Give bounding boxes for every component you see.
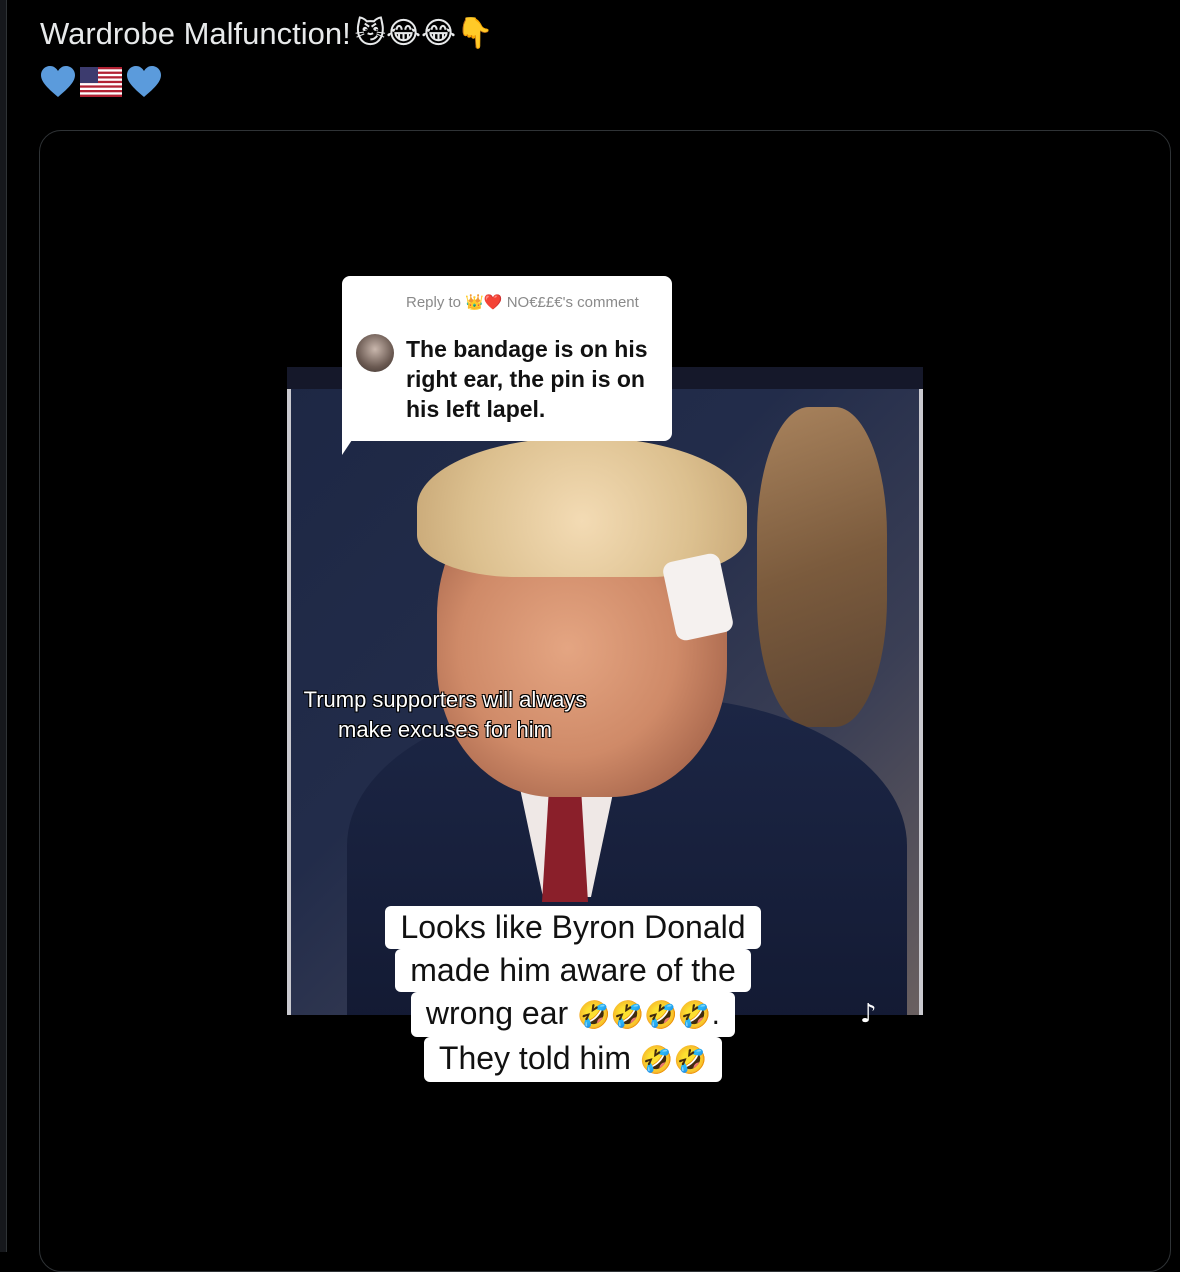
post-text: Wardrobe Malfunction! 😼😂😂👇 <box>40 14 493 102</box>
left-border <box>0 0 7 1252</box>
rofl-emojis: 🤣🤣🤣🤣. <box>577 1000 721 1031</box>
caption-line-2: made him aware of the <box>395 949 751 992</box>
caption-line-4-text: They told him <box>438 1040 631 1076</box>
media-card[interactable]: ♪ Reply to 👑❤️ NO€££€'s comment The band… <box>39 130 1171 1272</box>
bottom-caption: Looks like Byron Donald made him aware o… <box>363 906 783 1082</box>
reply-header: Reply to 👑❤️ NO€££€'s comment <box>406 294 639 311</box>
us-flag-icon <box>80 67 122 97</box>
rofl-emojis: 🤣🤣 <box>639 1045 708 1076</box>
background-person <box>757 407 887 727</box>
overlay-caption: Trump supporters will always make excuse… <box>303 687 587 742</box>
post-icons-line <box>40 62 493 102</box>
tiktok-icon: ♪ <box>860 999 877 1029</box>
post-title-line: Wardrobe Malfunction! 😼😂😂👇 <box>40 14 493 54</box>
caption-line-3: wrong ear 🤣🤣🤣🤣. <box>410 992 736 1037</box>
post-title: Wardrobe Malfunction! <box>40 16 351 51</box>
avatar <box>356 334 394 372</box>
reply-comment-text: The bandage is on his right ear, the pin… <box>406 336 648 422</box>
reply-bubble: Reply to 👑❤️ NO€££€'s comment The bandag… <box>342 276 672 441</box>
caption-line-1: Looks like Byron Donald <box>385 906 761 949</box>
caption-line-4: They told him 🤣🤣 <box>423 1037 723 1082</box>
frame-edge-right <box>919 389 923 1015</box>
frame-edge-left <box>287 389 291 1015</box>
title-emojis: 😼😂😂👇 <box>354 16 494 51</box>
caption-line-3-text: wrong ear <box>425 995 569 1031</box>
blue-heart-icon <box>41 66 75 97</box>
blue-heart-icon <box>127 66 161 97</box>
